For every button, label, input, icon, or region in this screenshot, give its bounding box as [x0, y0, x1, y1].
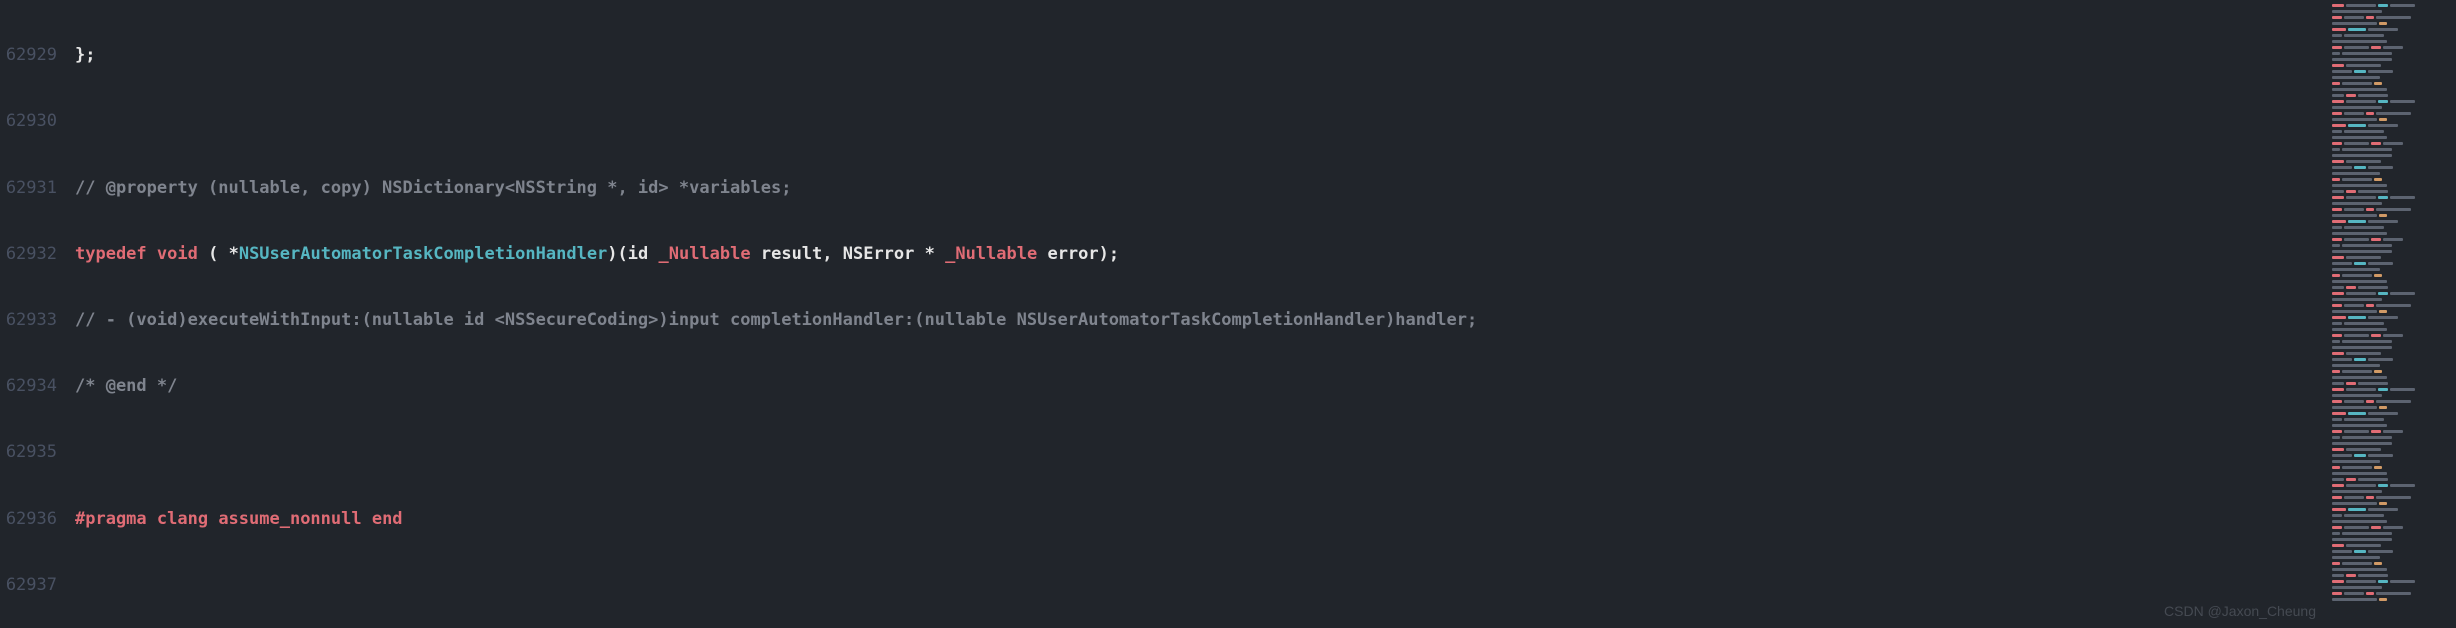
code-line: 62933// - (void)executeWithInput:(nullab… [0, 309, 2326, 331]
code-comment: // @property (nullable, copy) NSDictiona… [75, 178, 791, 198]
code-line: 62937 [0, 574, 2326, 596]
line-number: 62935 [0, 441, 75, 463]
code-pragma: assume_nonnull end [208, 509, 402, 529]
code-token: * [229, 244, 239, 264]
line-number: 62929 [0, 44, 75, 66]
code-pragma: #pragma [75, 509, 147, 529]
line-number: 62930 [0, 110, 75, 132]
line-number: 62931 [0, 177, 75, 199]
minimap[interactable] [2326, 0, 2456, 628]
code-keyword: void [157, 244, 198, 264]
code-line: 62935 [0, 441, 2326, 463]
code-comment: // - (void)executeWithInput:(nullable id… [75, 310, 1477, 330]
code-comment: /* @end */ [75, 376, 177, 396]
code-attribute: _Nullable [659, 244, 751, 264]
code-token: )( [607, 244, 627, 264]
line-number: 62936 [0, 508, 75, 530]
code-token: error); [1037, 244, 1119, 264]
code-editor[interactable]: 62929}; 62930 62931// @property (nullabl… [0, 0, 2326, 628]
line-number: 62934 [0, 375, 75, 397]
code-line: 62931// @property (nullable, copy) NSDic… [0, 177, 2326, 199]
code-line: 62934/* @end */ [0, 375, 2326, 397]
code-line: 62929}; [0, 44, 2326, 66]
code-line: 62932typedef void ( *NSUserAutomatorTask… [0, 243, 2326, 265]
watermark-text: CSDN @Jaxon_Cheung [2164, 602, 2316, 620]
code-attribute: _Nullable [945, 244, 1037, 264]
code-line: 62930 [0, 110, 2326, 132]
code-keyword: typedef [75, 244, 147, 264]
code-pragma: clang [147, 509, 208, 529]
code-token: }; [75, 45, 95, 65]
code-token: id [628, 244, 659, 264]
code-line: 62936#pragma clang assume_nonnull end [0, 508, 2326, 530]
line-number: 62932 [0, 243, 75, 265]
code-token: ( [198, 244, 229, 264]
line-number: 62937 [0, 574, 75, 596]
code-typename: NSUserAutomatorTaskCompletionHandler [239, 244, 607, 264]
line-number: 62933 [0, 309, 75, 331]
code-token: result, NSError * [751, 244, 945, 264]
